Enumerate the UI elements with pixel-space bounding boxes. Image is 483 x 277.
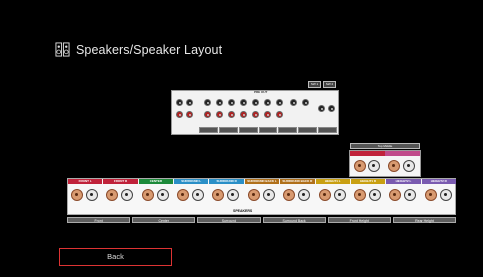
preout-bar-item xyxy=(318,127,338,133)
jack-icon xyxy=(276,111,283,118)
terminal-icon xyxy=(121,189,134,201)
jack-icon xyxy=(228,99,235,106)
terminal-icon xyxy=(404,189,417,201)
preout-sub-label: SW 1 xyxy=(308,81,321,88)
preout-sub-label: SW 2 xyxy=(323,81,336,88)
jack-icon xyxy=(186,99,193,106)
jack-icon xyxy=(302,99,309,106)
jack-icon xyxy=(328,105,335,112)
category-label: Front xyxy=(67,217,131,223)
jack-icon xyxy=(228,111,235,118)
preout-bar-item xyxy=(278,127,298,133)
preout-label: PRE OUT xyxy=(254,90,268,94)
terminal-icon xyxy=(86,189,98,201)
terminal-icon xyxy=(141,189,154,201)
terminal-icon xyxy=(403,160,415,172)
back-button[interactable]: Back xyxy=(59,248,172,266)
speakers-label: SPEAKERS xyxy=(233,209,253,213)
height-panel-label: Top Middle xyxy=(350,143,420,149)
terminal-icon xyxy=(439,189,452,201)
title-area: Speakers/Speaker Layout xyxy=(55,42,222,57)
category-label: Front Height xyxy=(327,217,391,223)
terminal-icon xyxy=(156,189,169,201)
terminal-icon xyxy=(368,160,380,172)
jack-icon xyxy=(264,111,271,118)
channel-strip: SURROUND BACK R xyxy=(280,179,315,184)
jack-icon xyxy=(216,111,223,118)
jack-icon xyxy=(176,99,183,106)
jack-icon xyxy=(240,111,247,118)
category-label: Center xyxy=(132,217,196,223)
terminal-icon xyxy=(283,189,296,201)
jack-icon xyxy=(204,111,211,118)
terminal-icon xyxy=(106,189,119,201)
terminal-icon xyxy=(298,189,311,201)
terminal-icon xyxy=(71,189,83,201)
preout-sub-labels: SW 1 SW 2 xyxy=(308,81,336,88)
preout-bar-item xyxy=(218,127,238,133)
channel-strip: FRONT R xyxy=(103,179,138,184)
category-label: Surround Back xyxy=(262,217,326,223)
terminal-icon xyxy=(333,189,346,201)
speaker-panel: FRONT L FRONT R CENTER SURROUND L SURROUND R… xyxy=(67,178,456,215)
height-strip xyxy=(350,151,385,156)
channel-strip: HEIGHT2 L xyxy=(386,179,421,184)
channel-strip: CENTER xyxy=(138,179,174,184)
terminal-icon xyxy=(247,189,260,201)
channel-strip: SURROUND BACK L xyxy=(244,179,280,184)
jack-icon xyxy=(176,111,183,118)
height-strip xyxy=(385,151,420,156)
jack-icon xyxy=(252,99,259,106)
jack-icon xyxy=(240,99,247,106)
terminal-icon xyxy=(353,189,366,201)
preout-bar-item xyxy=(298,127,318,133)
jack-icon xyxy=(186,111,193,118)
jack-icon xyxy=(216,99,223,106)
speaker-layout-icon xyxy=(55,42,70,57)
channel-strip: SURROUND L xyxy=(174,179,209,184)
jack-icon xyxy=(204,99,211,106)
channel-strip: HEIGHT1 L xyxy=(315,179,350,184)
jack-icon xyxy=(276,99,283,106)
height-panel xyxy=(349,150,421,177)
page-title: Speakers/Speaker Layout xyxy=(76,42,223,57)
preout-bar xyxy=(199,127,338,133)
preout-bar-item xyxy=(258,127,278,133)
terminal-icon xyxy=(354,160,366,172)
channel-strip: HEIGHT1 R xyxy=(350,179,386,184)
terminal-icon xyxy=(262,189,275,201)
jack-icon xyxy=(252,111,259,118)
terminal-icon xyxy=(177,189,190,201)
terminal-icon xyxy=(318,189,331,201)
category-label: Rear Height xyxy=(392,217,457,223)
terminal-icon xyxy=(388,160,400,172)
preout-bar-item xyxy=(199,127,218,133)
terminal-icon xyxy=(368,189,381,201)
terminal-icon xyxy=(192,189,205,201)
preout-bar-item xyxy=(238,127,258,133)
jack-icon xyxy=(290,99,297,106)
jack-icon xyxy=(318,105,325,112)
terminal-icon xyxy=(424,189,437,201)
jack-icon xyxy=(264,99,271,106)
channel-strip: FRONT L xyxy=(68,179,103,184)
terminal-icon xyxy=(227,189,240,201)
category-label: Surround xyxy=(197,217,261,223)
category-row: Front Center Surround Surround Back Fron… xyxy=(67,217,457,223)
channel-strip: SURROUND R xyxy=(209,179,244,184)
channel-strip: HEIGHT2 R xyxy=(421,179,456,184)
terminal-icon xyxy=(212,189,225,201)
terminal-icon xyxy=(389,189,402,201)
